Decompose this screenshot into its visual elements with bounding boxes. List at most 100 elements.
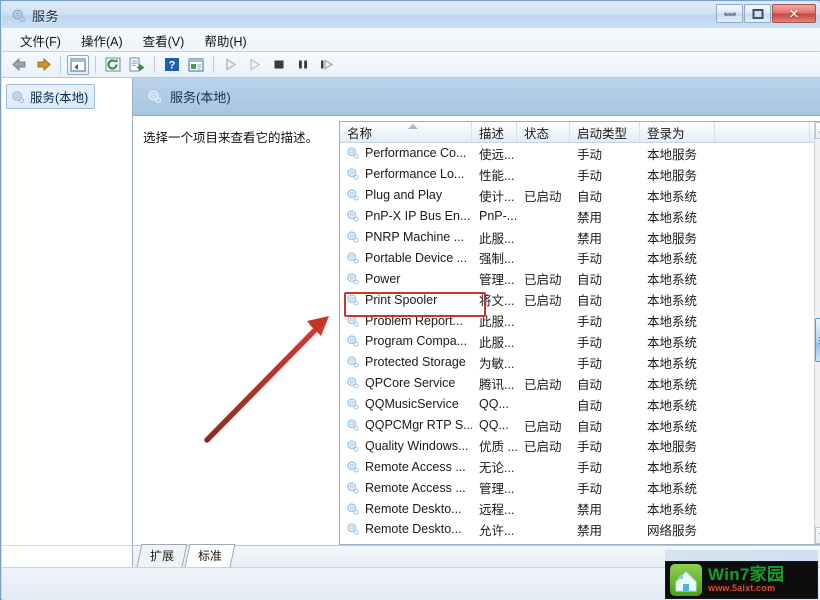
table-row[interactable]: QQPCMgr RTP S... QQ... 已启动 自动 本地系统 [340, 415, 814, 436]
cell-logon: 本地系统 [640, 207, 715, 226]
sort-ascending-icon [408, 124, 418, 129]
table-row[interactable]: QPCore Service 腾讯... 已启动 自动 本地系统 [340, 373, 814, 394]
column-header-登录为[interactable]: 登录为 [640, 122, 715, 142]
cell-logon: 本地系统 [640, 332, 715, 351]
column-header-blank[interactable] [715, 122, 810, 142]
scrollbar-thumb[interactable] [815, 318, 820, 362]
table-row[interactable]: Remote Deskto... 远程... 禁用 本地系统 [340, 498, 814, 519]
forward-button[interactable] [32, 55, 54, 75]
red-arrow-annotation [204, 316, 329, 443]
cell-startup: 自动 [570, 186, 640, 205]
services-gear-icon [347, 398, 359, 410]
cell-text: 本地服务 [647, 440, 698, 455]
services-gear-icon [347, 440, 359, 452]
scroll-up-button[interactable] [815, 122, 820, 139]
scroll-down-button[interactable] [815, 527, 820, 544]
services-gear-icon [12, 9, 26, 23]
cell-text: 允许... [479, 523, 515, 538]
cell-name: Performance Co... [340, 146, 472, 160]
column-header-名称[interactable]: 名称 [340, 122, 472, 142]
cell-text: 本地系统 [647, 461, 698, 476]
cell-logon: 本地系统 [640, 248, 715, 267]
cell-text: 无论... [479, 461, 515, 476]
table-row[interactable]: Remote Access ... 无论... 手动 本地系统 [340, 456, 814, 477]
maximize-button[interactable] [744, 4, 771, 23]
table-row[interactable]: Quality Windows... 优质 ... 已启动 手动 本地服务 [340, 435, 814, 456]
menu-action[interactable]: 操作(A) [71, 29, 133, 52]
tab-extended[interactable]: 扩展 [136, 544, 188, 567]
services-gear-icon [347, 481, 359, 494]
column-header-启动类型[interactable]: 启动类型 [570, 122, 640, 142]
pause-service-button[interactable] [292, 55, 314, 75]
cell-text: Problem Report... [365, 313, 463, 328]
cell-startup: 手动 [570, 457, 640, 476]
cell-text: Remote Deskto... [365, 501, 462, 516]
toolbar-separator-1 [60, 56, 61, 73]
show-tree-button[interactable] [67, 54, 89, 75]
cell-text: Portable Device ... [365, 250, 468, 265]
cell-desc: 将文... [472, 290, 517, 309]
cell-text: Quality Windows... [365, 438, 469, 453]
tab-standard[interactable]: 标准 [184, 544, 236, 567]
properties-button[interactable] [185, 55, 207, 75]
cell-desc: 远程... [472, 499, 517, 518]
column-header-描述[interactable]: 描述 [472, 122, 517, 142]
description-text: 选择一个项目来查看它的描述。 [143, 131, 319, 145]
cell-text: 使计... [479, 189, 515, 204]
refresh-button[interactable] [102, 55, 124, 75]
table-row[interactable]: Power 管理... 已启动 自动 本地系统 [340, 268, 814, 289]
cell-text: 手动 [577, 315, 603, 330]
table-row[interactable]: Remote Access ... 管理... 手动 本地系统 [340, 477, 814, 498]
table-row[interactable]: Problem Report... 此服... 手动 本地系统 [340, 310, 814, 331]
menu-view[interactable]: 查看(V) [133, 29, 195, 52]
cell-text: 此服... [479, 335, 515, 350]
cell-text: 将文... [479, 294, 515, 309]
cell-text: 已启动 [524, 189, 562, 204]
cell-startup: 手动 [570, 478, 640, 497]
minimize-button[interactable] [716, 4, 743, 23]
table-row[interactable]: Performance Co... 使远... 手动 本地服务 [340, 143, 814, 164]
cell-text: Performance Lo... [365, 167, 465, 182]
column-header-状态[interactable]: 状态 [517, 122, 570, 142]
table-row[interactable]: PnP-X IP Bus En... PnP-... 禁用 本地系统 [340, 206, 814, 227]
tree-node-services-local[interactable]: 服务(本地) [6, 84, 96, 109]
table-row[interactable]: Portable Device ... 强制... 手动 本地系统 [340, 247, 814, 268]
table-row[interactable]: QQMusicService QQ... 自动 本地系统 [340, 394, 814, 415]
cell-logon: 本地系统 [640, 269, 715, 288]
cell-name: Remote Access ... [340, 460, 472, 474]
cell-text: 网络服务 [647, 523, 698, 538]
restart-service-button[interactable] [316, 55, 338, 75]
table-row[interactable]: Protected Storage 为敏... 手动 本地系统 [340, 352, 814, 373]
cell-text: 手动 [577, 440, 603, 455]
cell-text: 手动 [577, 356, 603, 371]
cell-startup: 禁用 [570, 207, 640, 226]
cell-startup: 自动 [570, 395, 640, 414]
table-row[interactable]: Program Compa... 此服... 手动 本地系统 [340, 331, 814, 352]
back-button[interactable] [8, 55, 30, 75]
table-row[interactable]: Plug and Play 使计... 已启动 自动 本地系统 [340, 185, 814, 206]
export-list-button[interactable] [126, 55, 148, 75]
table-row[interactable]: Print Spooler 将文... 已启动 自动 本地系统 [340, 289, 814, 310]
list-vertical-scrollbar[interactable] [814, 121, 820, 545]
help-button[interactable]: ? [161, 55, 183, 75]
close-button[interactable]: ✕ [772, 4, 816, 23]
cell-text: 禁用 [577, 503, 603, 518]
cell-text: 自动 [577, 273, 603, 288]
cell-name: Portable Device ... [340, 251, 472, 265]
help-icon: ? [165, 58, 179, 72]
menu-file[interactable]: 文件(F) [10, 29, 71, 52]
toolbar-separator-2 [95, 56, 96, 73]
cell-logon: 本地系统 [640, 290, 715, 309]
stop-service-button[interactable] [268, 55, 290, 75]
start-service-button[interactable] [220, 55, 242, 75]
menu-help[interactable]: 帮助(H) [194, 29, 256, 52]
table-row[interactable]: PNRP Machine ... 此服... 禁用 本地服务 [340, 227, 814, 248]
window-controls: ✕ [716, 4, 816, 23]
table-row[interactable]: Performance Lo... 性能... 手动 本地服务 [340, 164, 814, 185]
table-row[interactable]: Remote Deskto... 允许... 禁用 网络服务 [340, 519, 814, 540]
cell-name: Quality Windows... [340, 439, 472, 453]
services-list: 名称 描述 状态 启动类型 登录为 Performance Co... 使远... 手动 本地… [339, 121, 814, 545]
resume-service-button[interactable] [244, 55, 266, 75]
cell-name: Remote Deskto... [340, 522, 472, 536]
services-gear-icon [12, 90, 25, 103]
